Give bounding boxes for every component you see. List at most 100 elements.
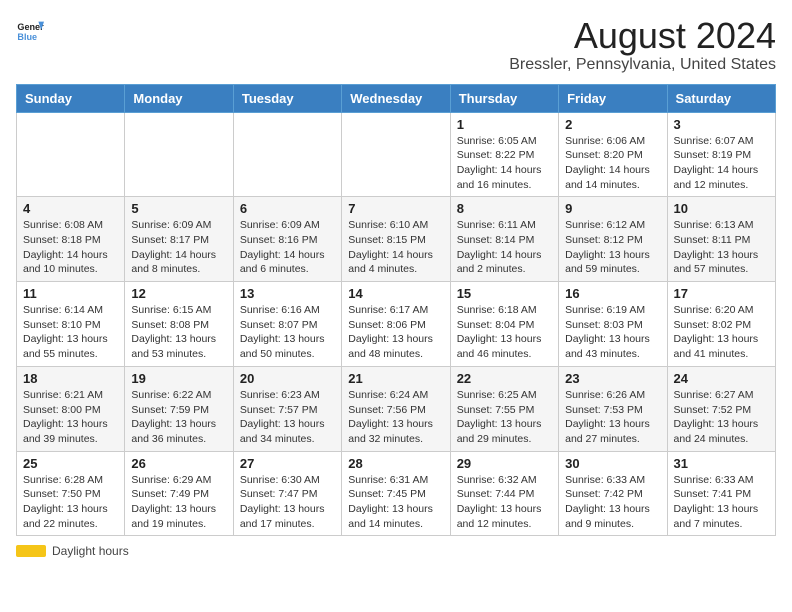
day-info: Sunrise: 6:18 AMSunset: 8:04 PMDaylight:… [457,303,552,362]
day-info: Sunrise: 6:33 AMSunset: 7:41 PMDaylight:… [674,473,769,532]
calendar-cell: 2 Sunrise: 6:06 AMSunset: 8:20 PMDaylight… [559,112,667,197]
day-number: 27 [240,456,335,471]
calendar-cell: 9 Sunrise: 6:12 AMSunset: 8:12 PMDaylight… [559,197,667,282]
calendar-cell [17,112,125,197]
day-info: Sunrise: 6:29 AMSunset: 7:49 PMDaylight:… [131,473,226,532]
logo: General Blue [16,16,44,44]
logo-icon: General Blue [16,16,44,44]
calendar-cell: 18 Sunrise: 6:21 AMSunset: 8:00 PMDayligh… [17,366,125,451]
day-info: Sunrise: 6:15 AMSunset: 8:08 PMDaylight:… [131,303,226,362]
day-info: Sunrise: 6:24 AMSunset: 7:56 PMDaylight:… [348,388,443,447]
day-number: 22 [457,371,552,386]
day-number: 20 [240,371,335,386]
day-info: Sunrise: 6:13 AMSunset: 8:11 PMDaylight:… [674,218,769,277]
page-header: General Blue August 2024 Bressler, Penns… [16,16,776,74]
day-info: Sunrise: 6:14 AMSunset: 8:10 PMDaylight:… [23,303,118,362]
day-number: 13 [240,286,335,301]
calendar-cell: 25 Sunrise: 6:28 AMSunset: 7:50 PMDayligh… [17,451,125,536]
day-info: Sunrise: 6:07 AMSunset: 8:19 PMDaylight:… [674,134,769,193]
calendar-cell: 22Sunrise: 6:25 AMSunset: 7:55 PMDayligh… [450,366,558,451]
day-info: Sunrise: 6:30 AMSunset: 7:47 PMDaylight:… [240,473,335,532]
week-row-3: 11Sunrise: 6:14 AMSunset: 8:10 PMDayligh… [17,282,776,367]
header-day-thursday: Thursday [450,84,558,112]
calendar-cell: 6 Sunrise: 6:09 AMSunset: 8:16 PMDaylight… [233,197,341,282]
calendar-cell: 29 Sunrise: 6:32 AMSunset: 7:44 PMDayligh… [450,451,558,536]
calendar-cell: 1 Sunrise: 6:05 AMSunset: 8:22 PMDaylight… [450,112,558,197]
calendar-cell: 7Sunrise: 6:10 AMSunset: 8:15 PMDaylight… [342,197,450,282]
day-number: 26 [131,456,226,471]
day-info: Sunrise: 6:21 AMSunset: 8:00 PMDaylight:… [23,388,118,447]
day-info: Sunrise: 6:17 AMSunset: 8:06 PMDaylight:… [348,303,443,362]
calendar-cell: 3Sunrise: 6:07 AMSunset: 8:19 PMDaylight… [667,112,775,197]
calendar-cell: 16Sunrise: 6:19 AMSunset: 8:03 PMDayligh… [559,282,667,367]
svg-text:Blue: Blue [17,32,37,42]
day-info: Sunrise: 6:26 AMSunset: 7:53 PMDaylight:… [565,388,660,447]
title-section: August 2024 Bressler, Pennsylvania, Unit… [509,16,776,74]
calendar-cell: 21 Sunrise: 6:24 AMSunset: 7:56 PMDayligh… [342,366,450,451]
day-info: Sunrise: 6:12 AMSunset: 8:12 PMDaylight:… [565,218,660,277]
header-day-friday: Friday [559,84,667,112]
daylight-label: Daylight hours [52,544,129,558]
day-number: 31 [674,456,769,471]
day-info: Sunrise: 6:06 AMSunset: 8:20 PMDaylight:… [565,134,660,193]
main-title: August 2024 [509,16,776,56]
calendar-cell: 11Sunrise: 6:14 AMSunset: 8:10 PMDayligh… [17,282,125,367]
day-info: Sunrise: 6:09 AMSunset: 8:17 PMDaylight:… [131,218,226,277]
calendar-cell: 12 Sunrise: 6:15 AMSunset: 8:08 PMDayligh… [125,282,233,367]
day-info: Sunrise: 6:31 AMSunset: 7:45 PMDaylight:… [348,473,443,532]
day-info: Sunrise: 6:11 AMSunset: 8:14 PMDaylight:… [457,218,552,277]
day-number: 5 [131,201,226,216]
day-number: 23 [565,371,660,386]
calendar-cell [233,112,341,197]
day-number: 9 [565,201,660,216]
day-info: Sunrise: 6:08 AMSunset: 8:18 PMDaylight:… [23,218,118,277]
calendar-cell: 17Sunrise: 6:20 AMSunset: 8:02 PMDayligh… [667,282,775,367]
calendar-cell: 14 Sunrise: 6:17 AMSunset: 8:06 PMDayligh… [342,282,450,367]
day-number: 29 [457,456,552,471]
day-number: 12 [131,286,226,301]
day-number: 10 [674,201,769,216]
day-info: Sunrise: 6:33 AMSunset: 7:42 PMDaylight:… [565,473,660,532]
calendar-cell: 15Sunrise: 6:18 AMSunset: 8:04 PMDayligh… [450,282,558,367]
week-row-1: 1 Sunrise: 6:05 AMSunset: 8:22 PMDaylight… [17,112,776,197]
calendar-cell: 19Sunrise: 6:22 AMSunset: 7:59 PMDayligh… [125,366,233,451]
week-row-5: 25 Sunrise: 6:28 AMSunset: 7:50 PMDayligh… [17,451,776,536]
calendar-cell: 28 Sunrise: 6:31 AMSunset: 7:45 PMDayligh… [342,451,450,536]
calendar-cell [125,112,233,197]
day-number: 4 [23,201,118,216]
day-number: 18 [23,371,118,386]
header-day-sunday: Sunday [17,84,125,112]
day-number: 8 [457,201,552,216]
calendar-table: SundayMondayTuesdayWednesdayThursdayFrid… [16,84,776,537]
day-number: 14 [348,286,443,301]
calendar-cell: 24 Sunrise: 6:27 AMSunset: 7:52 PMDayligh… [667,366,775,451]
calendar-cell: 31 Sunrise: 6:33 AMSunset: 7:41 PMDayligh… [667,451,775,536]
calendar-cell: 26 Sunrise: 6:29 AMSunset: 7:49 PMDayligh… [125,451,233,536]
header-day-saturday: Saturday [667,84,775,112]
day-info: Sunrise: 6:05 AMSunset: 8:22 PMDaylight:… [457,134,552,193]
day-number: 17 [674,286,769,301]
week-row-4: 18 Sunrise: 6:21 AMSunset: 8:00 PMDayligh… [17,366,776,451]
header-day-tuesday: Tuesday [233,84,341,112]
day-info: Sunrise: 6:16 AMSunset: 8:07 PMDaylight:… [240,303,335,362]
day-info: Sunrise: 6:27 AMSunset: 7:52 PMDaylight:… [674,388,769,447]
calendar-cell: 5 Sunrise: 6:09 AMSunset: 8:17 PMDaylight… [125,197,233,282]
subtitle: Bressler, Pennsylvania, United States [509,56,776,74]
day-info: Sunrise: 6:23 AMSunset: 7:57 PMDaylight:… [240,388,335,447]
day-info: Sunrise: 6:32 AMSunset: 7:44 PMDaylight:… [457,473,552,532]
day-number: 21 [348,371,443,386]
calendar-cell: 4 Sunrise: 6:08 AMSunset: 8:18 PMDaylight… [17,197,125,282]
calendar-cell: 27 Sunrise: 6:30 AMSunset: 7:47 PMDayligh… [233,451,341,536]
day-number: 16 [565,286,660,301]
day-number: 25 [23,456,118,471]
day-number: 2 [565,117,660,132]
header-day-monday: Monday [125,84,233,112]
week-row-2: 4 Sunrise: 6:08 AMSunset: 8:18 PMDaylight… [17,197,776,282]
calendar-cell: 23 Sunrise: 6:26 AMSunset: 7:53 PMDayligh… [559,366,667,451]
day-info: Sunrise: 6:09 AMSunset: 8:16 PMDaylight:… [240,218,335,277]
day-number: 28 [348,456,443,471]
day-info: Sunrise: 6:28 AMSunset: 7:50 PMDaylight:… [23,473,118,532]
day-number: 24 [674,371,769,386]
day-number: 1 [457,117,552,132]
day-number: 6 [240,201,335,216]
